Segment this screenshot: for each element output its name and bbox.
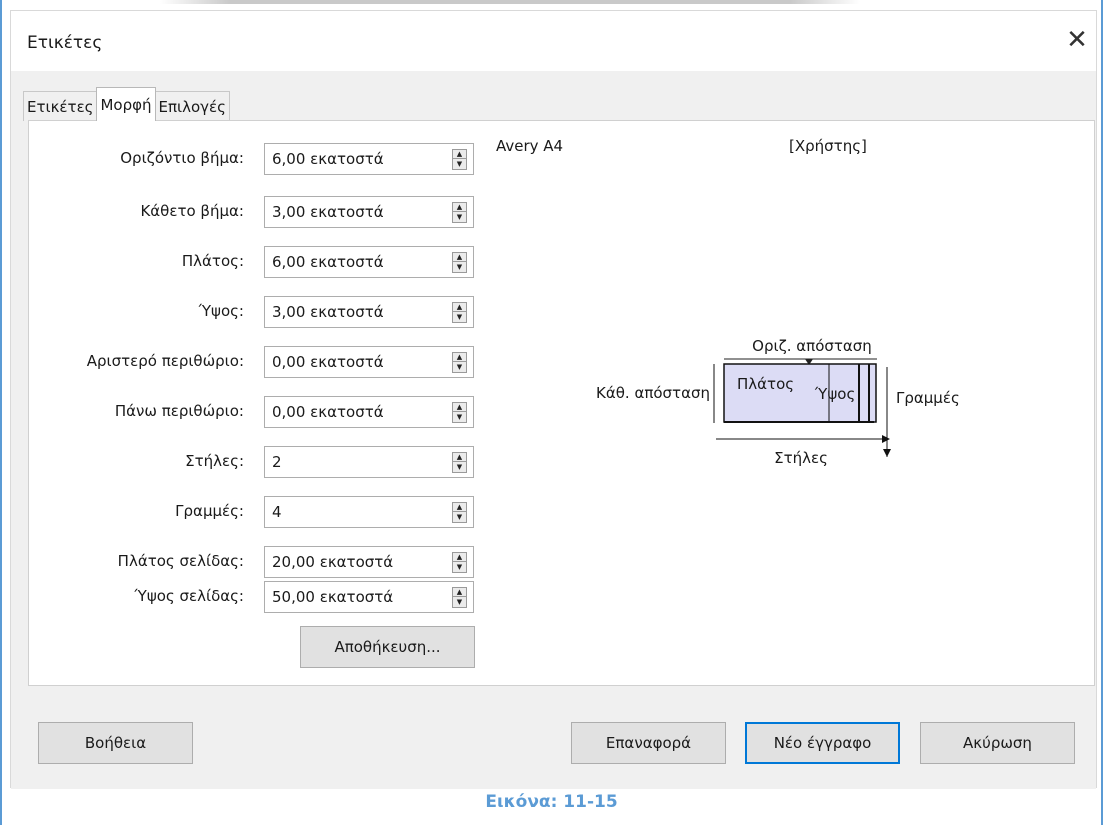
page-width-spinbox[interactable]: 20,00 εκατοστά ▲ ▼ xyxy=(264,546,474,578)
top-edge-strip xyxy=(160,0,860,4)
spin-up-icon[interactable]: ▲ xyxy=(453,353,466,362)
left-margin-spinbox[interactable]: 0,00 εκατοστά ▲ ▼ xyxy=(264,346,474,378)
spin-arrows[interactable]: ▲ ▼ xyxy=(452,149,467,170)
type-label: [Χρήστης] xyxy=(789,137,867,155)
field-label: Πλάτος: xyxy=(181,252,244,270)
field-label: Κάθετο βήμα: xyxy=(140,202,244,220)
field-label: Γραμμές: xyxy=(175,502,244,520)
figure-caption: Εικόνα: 11-15 xyxy=(485,792,618,812)
spin-down-icon[interactable]: ▼ xyxy=(453,463,466,472)
rows-label: Γραμμές xyxy=(896,389,960,407)
spin-up-icon[interactable]: ▲ xyxy=(453,553,466,562)
cancel-button[interactable]: Ακύρωση xyxy=(920,722,1075,764)
field-value: 50,00 εκατοστά xyxy=(272,588,394,606)
rows-spinbox[interactable]: 4 ▲ ▼ xyxy=(264,496,474,528)
field-label: Στήλες: xyxy=(185,452,244,470)
spin-down-icon[interactable]: ▼ xyxy=(453,363,466,372)
spin-down-icon[interactable]: ▼ xyxy=(453,313,466,322)
field-label: Πλάτος σελίδας: xyxy=(117,552,244,570)
dialog-client: Ετικέτες Μορφή Επιλογές Οριζόντιο βήμα: … xyxy=(11,71,1096,789)
rows-arrow xyxy=(883,449,891,457)
reset-button[interactable]: Επαναφορά xyxy=(571,722,726,764)
spin-up-icon[interactable]: ▲ xyxy=(453,303,466,312)
spin-arrows[interactable]: ▲ ▼ xyxy=(452,552,467,573)
spin-up-icon[interactable]: ▲ xyxy=(453,588,466,597)
spin-arrows[interactable]: ▲ ▼ xyxy=(452,587,467,608)
tab-format[interactable]: Μορφή xyxy=(96,87,156,121)
field-label: Αριστερό περιθώριο: xyxy=(86,352,244,370)
spin-up-icon[interactable]: ▲ xyxy=(453,453,466,462)
field-label: Οριζόντιο βήμα: xyxy=(120,149,244,167)
labels-dialog: Ετικέτες ✕ Ετικέτες Μορφή Επιλογές Οριζό… xyxy=(10,10,1097,789)
top-margin-spinbox[interactable]: 0,00 εκατοστά ▲ ▼ xyxy=(264,396,474,428)
format-panel: Οριζόντιο βήμα: 6,00 εκατοστά ▲ ▼ Κάθετο … xyxy=(28,120,1095,686)
spin-arrows[interactable]: ▲ ▼ xyxy=(452,202,467,223)
field-value: 3,00 εκατοστά xyxy=(272,203,384,221)
spin-down-icon[interactable]: ▼ xyxy=(453,160,466,169)
field-value: 3,00 εκατοστά xyxy=(272,303,384,321)
save-button[interactable]: Αποθήκευση... xyxy=(300,626,475,668)
spin-up-icon[interactable]: ▲ xyxy=(453,403,466,412)
spin-up-icon[interactable]: ▲ xyxy=(453,253,466,262)
spin-down-icon[interactable]: ▼ xyxy=(453,513,466,522)
spin-down-icon[interactable]: ▼ xyxy=(453,263,466,272)
label-layout-diagram: Οριζ. απόσταση Κάθ. απόσταση Πλάτος Ύψος… xyxy=(596,337,960,467)
field-value: 6,00 εκατοστά xyxy=(272,150,384,168)
field-label: Ύψος σελίδας: xyxy=(134,587,244,605)
field-value: 4 xyxy=(272,503,282,521)
spin-arrows[interactable]: ▲ ▼ xyxy=(452,252,467,273)
spin-arrows[interactable]: ▲ ▼ xyxy=(452,502,467,523)
page-height-spinbox[interactable]: 50,00 εκατοστά ▲ ▼ xyxy=(264,581,474,613)
tab-bar: Ετικέτες Μορφή Επιλογές xyxy=(23,87,230,121)
vertical-pitch-spinbox[interactable]: 3,00 εκατοστά ▲ ▼ xyxy=(264,196,474,228)
spin-down-icon[interactable]: ▼ xyxy=(453,413,466,422)
columns-arrow xyxy=(882,435,890,443)
width-spinbox[interactable]: 6,00 εκατοστά ▲ ▼ xyxy=(264,246,474,278)
dialog-title: Ετικέτες xyxy=(27,33,103,53)
titlebar: Ετικέτες ✕ xyxy=(11,11,1096,71)
field-value: 6,00 εκατοστά xyxy=(272,253,384,271)
field-label: Ύψος: xyxy=(198,302,244,320)
columns-label: Στήλες xyxy=(774,449,828,467)
field-value: 0,00 εκατοστά xyxy=(272,353,384,371)
spin-up-icon[interactable]: ▲ xyxy=(453,203,466,212)
horizontal-pitch-spinbox[interactable]: 6,00 εκατοστά ▲ ▼ xyxy=(264,143,474,175)
close-icon[interactable]: ✕ xyxy=(1062,25,1092,55)
spin-arrows[interactable]: ▲ ▼ xyxy=(452,352,467,373)
tab-options[interactable]: Επιλογές xyxy=(154,91,230,121)
spin-down-icon[interactable]: ▼ xyxy=(453,213,466,222)
height-spinbox[interactable]: 3,00 εκατοστά ▲ ▼ xyxy=(264,296,474,328)
tab-labels[interactable]: Ετικέτες xyxy=(23,91,98,121)
spin-up-icon[interactable]: ▲ xyxy=(453,503,466,512)
vertical-gap-label: Κάθ. απόσταση xyxy=(596,384,710,402)
spin-arrows[interactable]: ▲ ▼ xyxy=(452,402,467,423)
horizontal-gap-label: Οριζ. απόσταση xyxy=(752,337,872,355)
field-label: Πάνω περιθώριο: xyxy=(114,402,244,420)
help-button[interactable]: Βοήθεια xyxy=(38,722,193,764)
spin-down-icon[interactable]: ▼ xyxy=(453,563,466,572)
width-label: Πλάτος xyxy=(737,375,794,393)
spin-arrows[interactable]: ▲ ▼ xyxy=(452,452,467,473)
spin-down-icon[interactable]: ▼ xyxy=(453,598,466,607)
new-document-button[interactable]: Νέο έγγραφο xyxy=(745,722,900,764)
brand-label: Avery A4 xyxy=(496,137,564,155)
columns-spinbox[interactable]: 2 ▲ ▼ xyxy=(264,446,474,478)
field-value: 2 xyxy=(272,453,282,471)
spin-arrows[interactable]: ▲ ▼ xyxy=(452,302,467,323)
height-label: Ύψος xyxy=(814,385,855,403)
spin-up-icon[interactable]: ▲ xyxy=(453,150,466,159)
field-value: 20,00 εκατοστά xyxy=(272,553,394,571)
field-value: 0,00 εκατοστά xyxy=(272,403,384,421)
